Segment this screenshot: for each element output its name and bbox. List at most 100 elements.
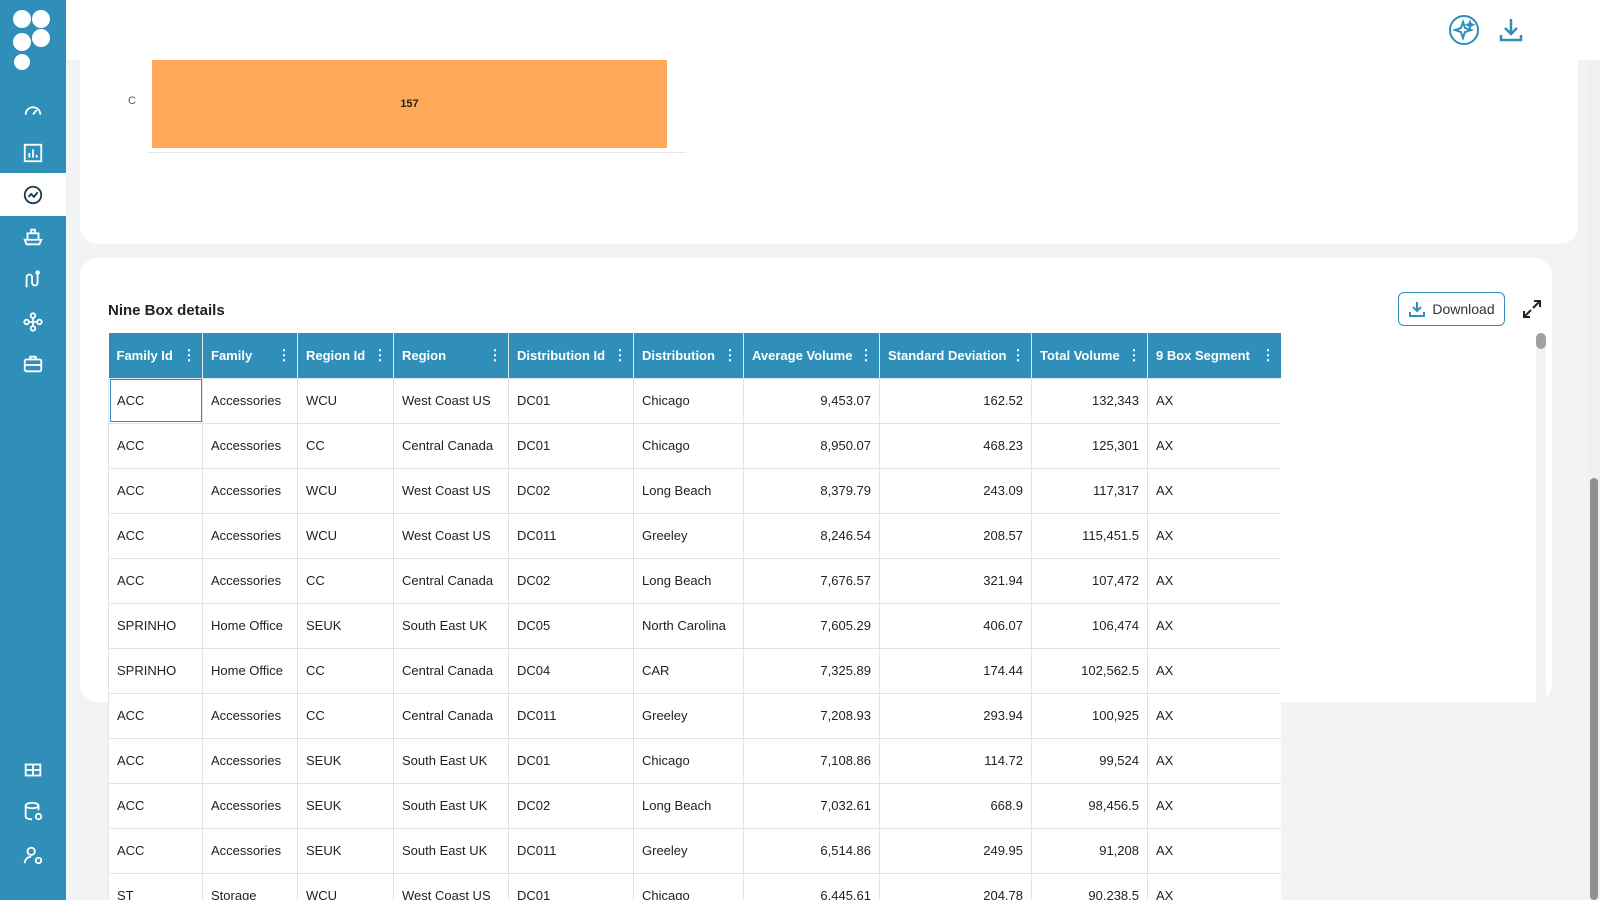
table-cell[interactable]: AX [1147, 647, 1281, 694]
column-header[interactable]: Standard Deviation ⋮ [879, 333, 1032, 378]
sidebar-item-reports[interactable] [0, 131, 66, 174]
table-cell[interactable]: DC02 [508, 467, 634, 514]
table-cell[interactable]: 98,456.5 [1031, 782, 1148, 829]
table-cell[interactable]: Accessories [202, 422, 298, 469]
table-row[interactable]: ACC Accessories SEUK South East UK DC011 Gree… [108, 827, 1281, 874]
table-cell[interactable]: SEUK [297, 602, 394, 649]
table-cell[interactable]: Greeley [633, 827, 744, 874]
table-cell[interactable]: 91,208 [1031, 827, 1148, 874]
table-cell[interactable]: 293.94 [879, 692, 1032, 739]
column-menu-icon[interactable]: ⋮ [1011, 347, 1025, 364]
column-header[interactable]: Family Id ⋮ [108, 333, 203, 378]
table-row[interactable]: ACC Accessories WCU West Coast US DC011 Greel… [108, 512, 1281, 559]
table-cell[interactable]: South East UK [393, 782, 509, 829]
column-header[interactable]: Region Id ⋮ [297, 333, 394, 378]
table-cell[interactable]: AX [1147, 377, 1281, 424]
table-cell[interactable]: WCU [297, 467, 394, 514]
table-cell[interactable]: 8,379.79 [743, 467, 880, 514]
table-cell[interactable]: DC02 [508, 557, 634, 604]
table-cell[interactable]: DC011 [508, 512, 634, 559]
table-cell[interactable]: 125,301 [1031, 422, 1148, 469]
table-cell[interactable]: South East UK [393, 737, 509, 784]
table-cell[interactable]: 7,032.61 [743, 782, 880, 829]
table-cell[interactable]: 115,451.5 [1031, 512, 1148, 559]
table-cell[interactable]: CC [297, 647, 394, 694]
table-cell[interactable]: 468.23 [879, 422, 1032, 469]
table-cell[interactable]: CAR [633, 647, 744, 694]
table-cell[interactable]: AX [1147, 692, 1281, 739]
table-cell[interactable]: CC [297, 692, 394, 739]
table-cell[interactable]: DC01 [508, 737, 634, 784]
table-cell[interactable]: SEUK [297, 737, 394, 784]
sidebar-item-dashboards[interactable] [0, 748, 66, 791]
table-cell[interactable]: ACC [108, 827, 203, 874]
table-cell[interactable]: ACC [108, 377, 203, 424]
ai-assistant-button[interactable] [1446, 12, 1482, 48]
table-cell[interactable]: 107,472 [1031, 557, 1148, 604]
export-download-button[interactable] [1493, 12, 1529, 48]
table-cell[interactable]: ACC [108, 422, 203, 469]
column-menu-icon[interactable]: ⋮ [859, 347, 873, 364]
table-cell[interactable]: WCU [297, 512, 394, 559]
sidebar-item-dashboard[interactable] [0, 88, 66, 131]
table-cell[interactable]: ACC [108, 557, 203, 604]
table-cell[interactable]: 6,445.61 [743, 872, 880, 900]
table-cell[interactable]: WCU [297, 872, 394, 900]
table-cell[interactable]: 7,676.57 [743, 557, 880, 604]
table-cell[interactable]: 7,108.86 [743, 737, 880, 784]
table-cell[interactable]: Central Canada [393, 557, 509, 604]
table-row[interactable]: ACC Accessories SEUK South East UK DC02 Long … [108, 782, 1281, 829]
table-cell[interactable]: Accessories [202, 377, 298, 424]
table-cell[interactable]: Home Office [202, 602, 298, 649]
table-cell[interactable]: 6,514.86 [743, 827, 880, 874]
table-cell[interactable]: ST [108, 872, 203, 900]
table-cell[interactable]: ACC [108, 512, 203, 559]
sidebar-item-analytics[interactable] [0, 173, 66, 216]
column-menu-icon[interactable]: ⋮ [488, 347, 502, 364]
column-header[interactable]: Total Volume ⋮ [1031, 333, 1148, 378]
column-menu-icon[interactable]: ⋮ [373, 347, 387, 364]
table-cell[interactable]: Home Office [202, 647, 298, 694]
table-cell[interactable]: DC02 [508, 782, 634, 829]
column-header[interactable]: Average Volume ⋮ [743, 333, 880, 378]
table-cell[interactable]: 7,605.29 [743, 602, 880, 649]
page-scrollbar[interactable] [1588, 60, 1600, 900]
table-cell[interactable]: AX [1147, 422, 1281, 469]
sidebar-item-users[interactable] [0, 833, 66, 876]
table-cell[interactable]: SEUK [297, 827, 394, 874]
table-cell[interactable]: 8,246.54 [743, 512, 880, 559]
column-header[interactable]: 9 Box Segment ⋮ [1147, 333, 1281, 378]
table-cell[interactable]: DC04 [508, 647, 634, 694]
table-scrollbar-thumb[interactable] [1536, 333, 1546, 349]
table-cell[interactable]: 9,453.07 [743, 377, 880, 424]
table-cell[interactable]: Accessories [202, 512, 298, 559]
table-cell[interactable]: 7,325.89 [743, 647, 880, 694]
table-cell[interactable]: DC01 [508, 377, 634, 424]
table-cell[interactable]: 162.52 [879, 377, 1032, 424]
table-cell[interactable]: Accessories [202, 467, 298, 514]
table-cell[interactable]: ACC [108, 467, 203, 514]
table-row[interactable]: ACC Accessories CC Central Canada DC011 Greel… [108, 692, 1281, 739]
table-cell[interactable]: DC01 [508, 422, 634, 469]
column-menu-icon[interactable]: ⋮ [182, 347, 196, 364]
table-cell[interactable]: 7,208.93 [743, 692, 880, 739]
table-row[interactable]: ST Storage WCU West Coast US DC01 Chicago 6,44… [108, 872, 1281, 900]
table-cell[interactable]: AX [1147, 602, 1281, 649]
table-row[interactable]: ACC Accessories CC Central Canada DC02 Long B… [108, 557, 1281, 604]
table-row[interactable]: ACC Accessories WCU West Coast US DC01 Chicag… [108, 377, 1281, 424]
table-cell[interactable]: Greeley [633, 692, 744, 739]
column-header[interactable]: Region ⋮ [393, 333, 509, 378]
bar-c[interactable]: 157 [152, 60, 667, 148]
table-cell[interactable]: 406.07 [879, 602, 1032, 649]
table-row[interactable]: SPRINHO Home Office CC Central Canada DC04 CA… [108, 647, 1281, 694]
table-cell[interactable]: Accessories [202, 737, 298, 784]
column-menu-icon[interactable]: ⋮ [1127, 347, 1141, 364]
table-cell[interactable]: 321.94 [879, 557, 1032, 604]
table-cell[interactable]: 100,925 [1031, 692, 1148, 739]
table-cell[interactable]: South East UK [393, 602, 509, 649]
column-header[interactable]: Distribution Id ⋮ [508, 333, 634, 378]
table-cell[interactable]: Accessories [202, 782, 298, 829]
table-cell[interactable]: Chicago [633, 422, 744, 469]
sidebar-item-routes[interactable] [0, 258, 66, 301]
table-cell[interactable]: 668.9 [879, 782, 1032, 829]
